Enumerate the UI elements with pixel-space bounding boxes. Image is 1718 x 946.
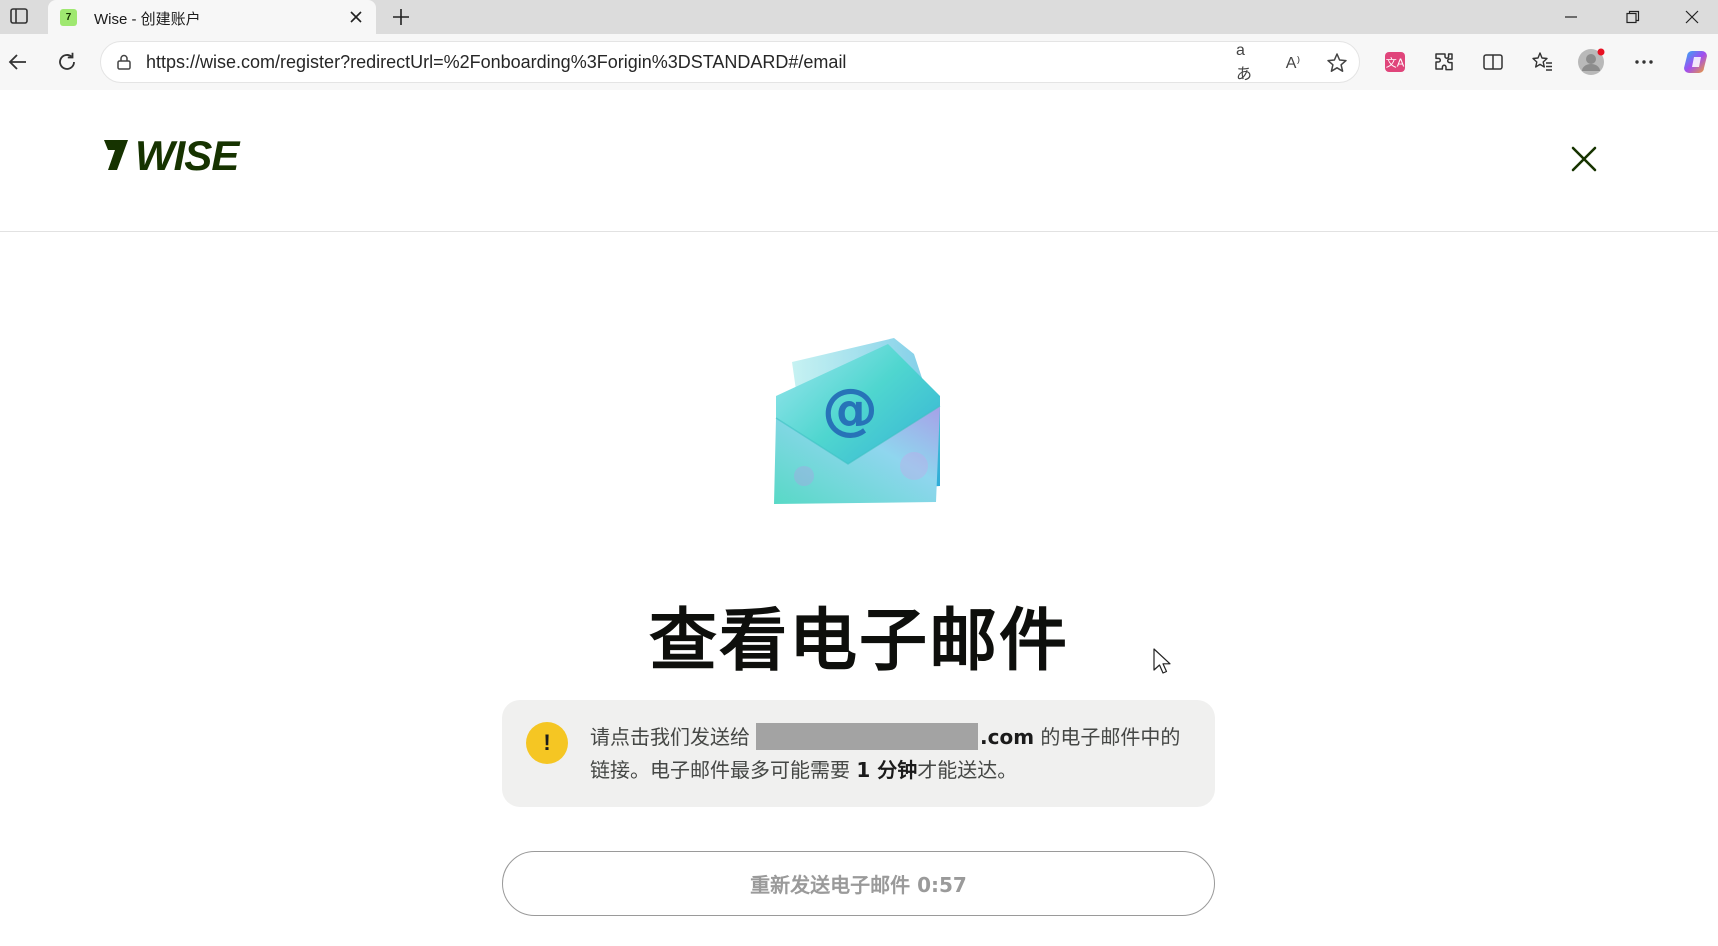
resend-email-button[interactable]: 重新发送电子邮件 0:57 (502, 851, 1215, 916)
address-bar[interactable]: https://wise.com/register?redirectUrl=%2… (100, 41, 1360, 83)
read-aloud-icon[interactable]: A⁾ (1281, 51, 1305, 75)
translate-icon[interactable]: aあ (1236, 42, 1260, 83)
page-header: WISE (0, 90, 1718, 232)
tab-bar: 7 Wise - 创建账户 (0, 0, 1718, 34)
minimize-icon[interactable] (1541, 0, 1601, 34)
warning-icon: ! (526, 722, 568, 764)
profile-avatar-icon[interactable] (1576, 47, 1606, 77)
tab-title: Wise - 创建账户 (94, 11, 201, 28)
extensions-icon[interactable] (1429, 47, 1459, 77)
close-icon[interactable] (1566, 141, 1602, 177)
svg-text:@: @ (822, 377, 878, 442)
lock-icon[interactable] (115, 53, 133, 75)
tab-close-icon[interactable] (344, 5, 368, 29)
favorite-star-icon[interactable] (1325, 51, 1349, 75)
alert-text-before: 请点击我们发送给 (590, 725, 750, 749)
back-icon[interactable] (3, 47, 33, 77)
logo-text: WISE (135, 132, 241, 178)
refresh-icon[interactable] (52, 47, 82, 77)
tab-actions-icon[interactable] (6, 3, 32, 29)
new-tab-icon[interactable] (387, 3, 415, 31)
split-screen-icon[interactable] (1478, 47, 1508, 77)
browser-tab[interactable]: 7 Wise - 创建账户 (48, 0, 376, 34)
alert-emphasis: 1 分钟 (856, 758, 918, 782)
email-suffix: .com (980, 725, 1035, 749)
envelope-illustration: @ (764, 336, 952, 508)
svg-text:文A: 文A (1386, 56, 1405, 70)
mouse-cursor-icon (1153, 648, 1173, 676)
info-alert: ! 请点击我们发送给 .com 的电子邮件中的链接。电子邮件最多可能需要 1 分钟… (502, 700, 1215, 807)
alert-text-end: 才能送达。 (917, 758, 1018, 782)
translator-extension-icon[interactable]: 文A (1380, 47, 1410, 77)
restore-icon[interactable] (1603, 0, 1663, 34)
more-menu-icon[interactable] (1629, 47, 1659, 77)
navigation-bar: https://wise.com/register?redirectUrl=%2… (0, 34, 1718, 90)
page-title: 查看电子邮件 (648, 602, 1069, 681)
window-close-icon[interactable] (1665, 0, 1718, 34)
favorites-icon[interactable] (1527, 47, 1557, 77)
wise-logo[interactable]: WISE (102, 132, 252, 179)
alert-message: 请点击我们发送给 .com 的电子邮件中的链接。电子邮件最多可能需要 1 分钟才能… (590, 721, 1190, 787)
copilot-icon[interactable] (1682, 47, 1712, 77)
wise-favicon-icon: 7 (60, 9, 77, 26)
url-text[interactable]: https://wise.com/register?redirectUrl=%2… (146, 52, 846, 73)
redacted-email (756, 723, 978, 750)
